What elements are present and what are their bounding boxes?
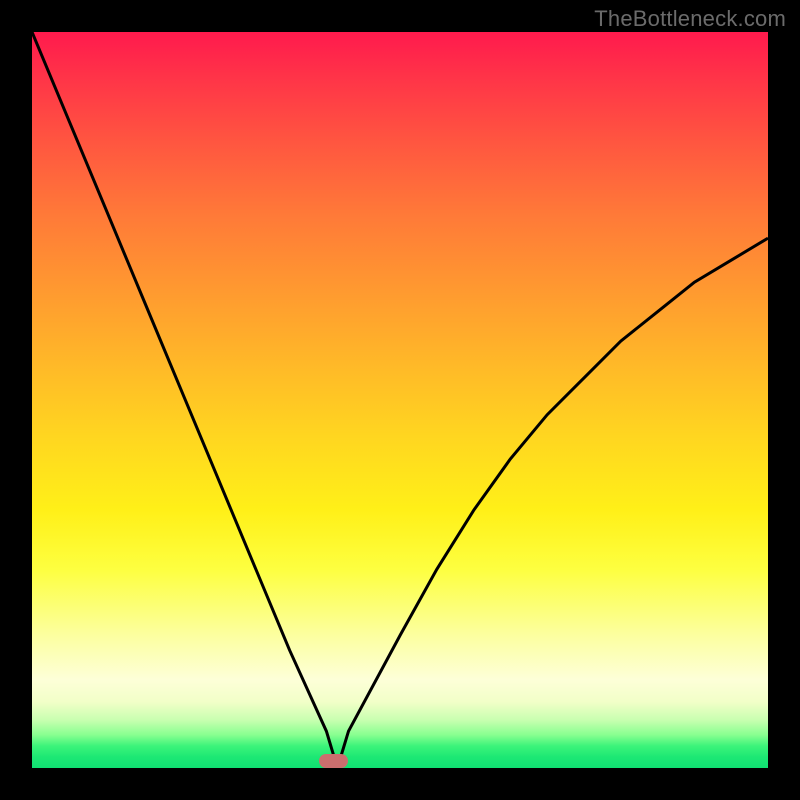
chart-plot-area xyxy=(32,32,768,768)
optimum-marker xyxy=(319,754,348,768)
attribution-text: TheBottleneck.com xyxy=(594,6,786,32)
bottleneck-curve xyxy=(32,32,768,768)
